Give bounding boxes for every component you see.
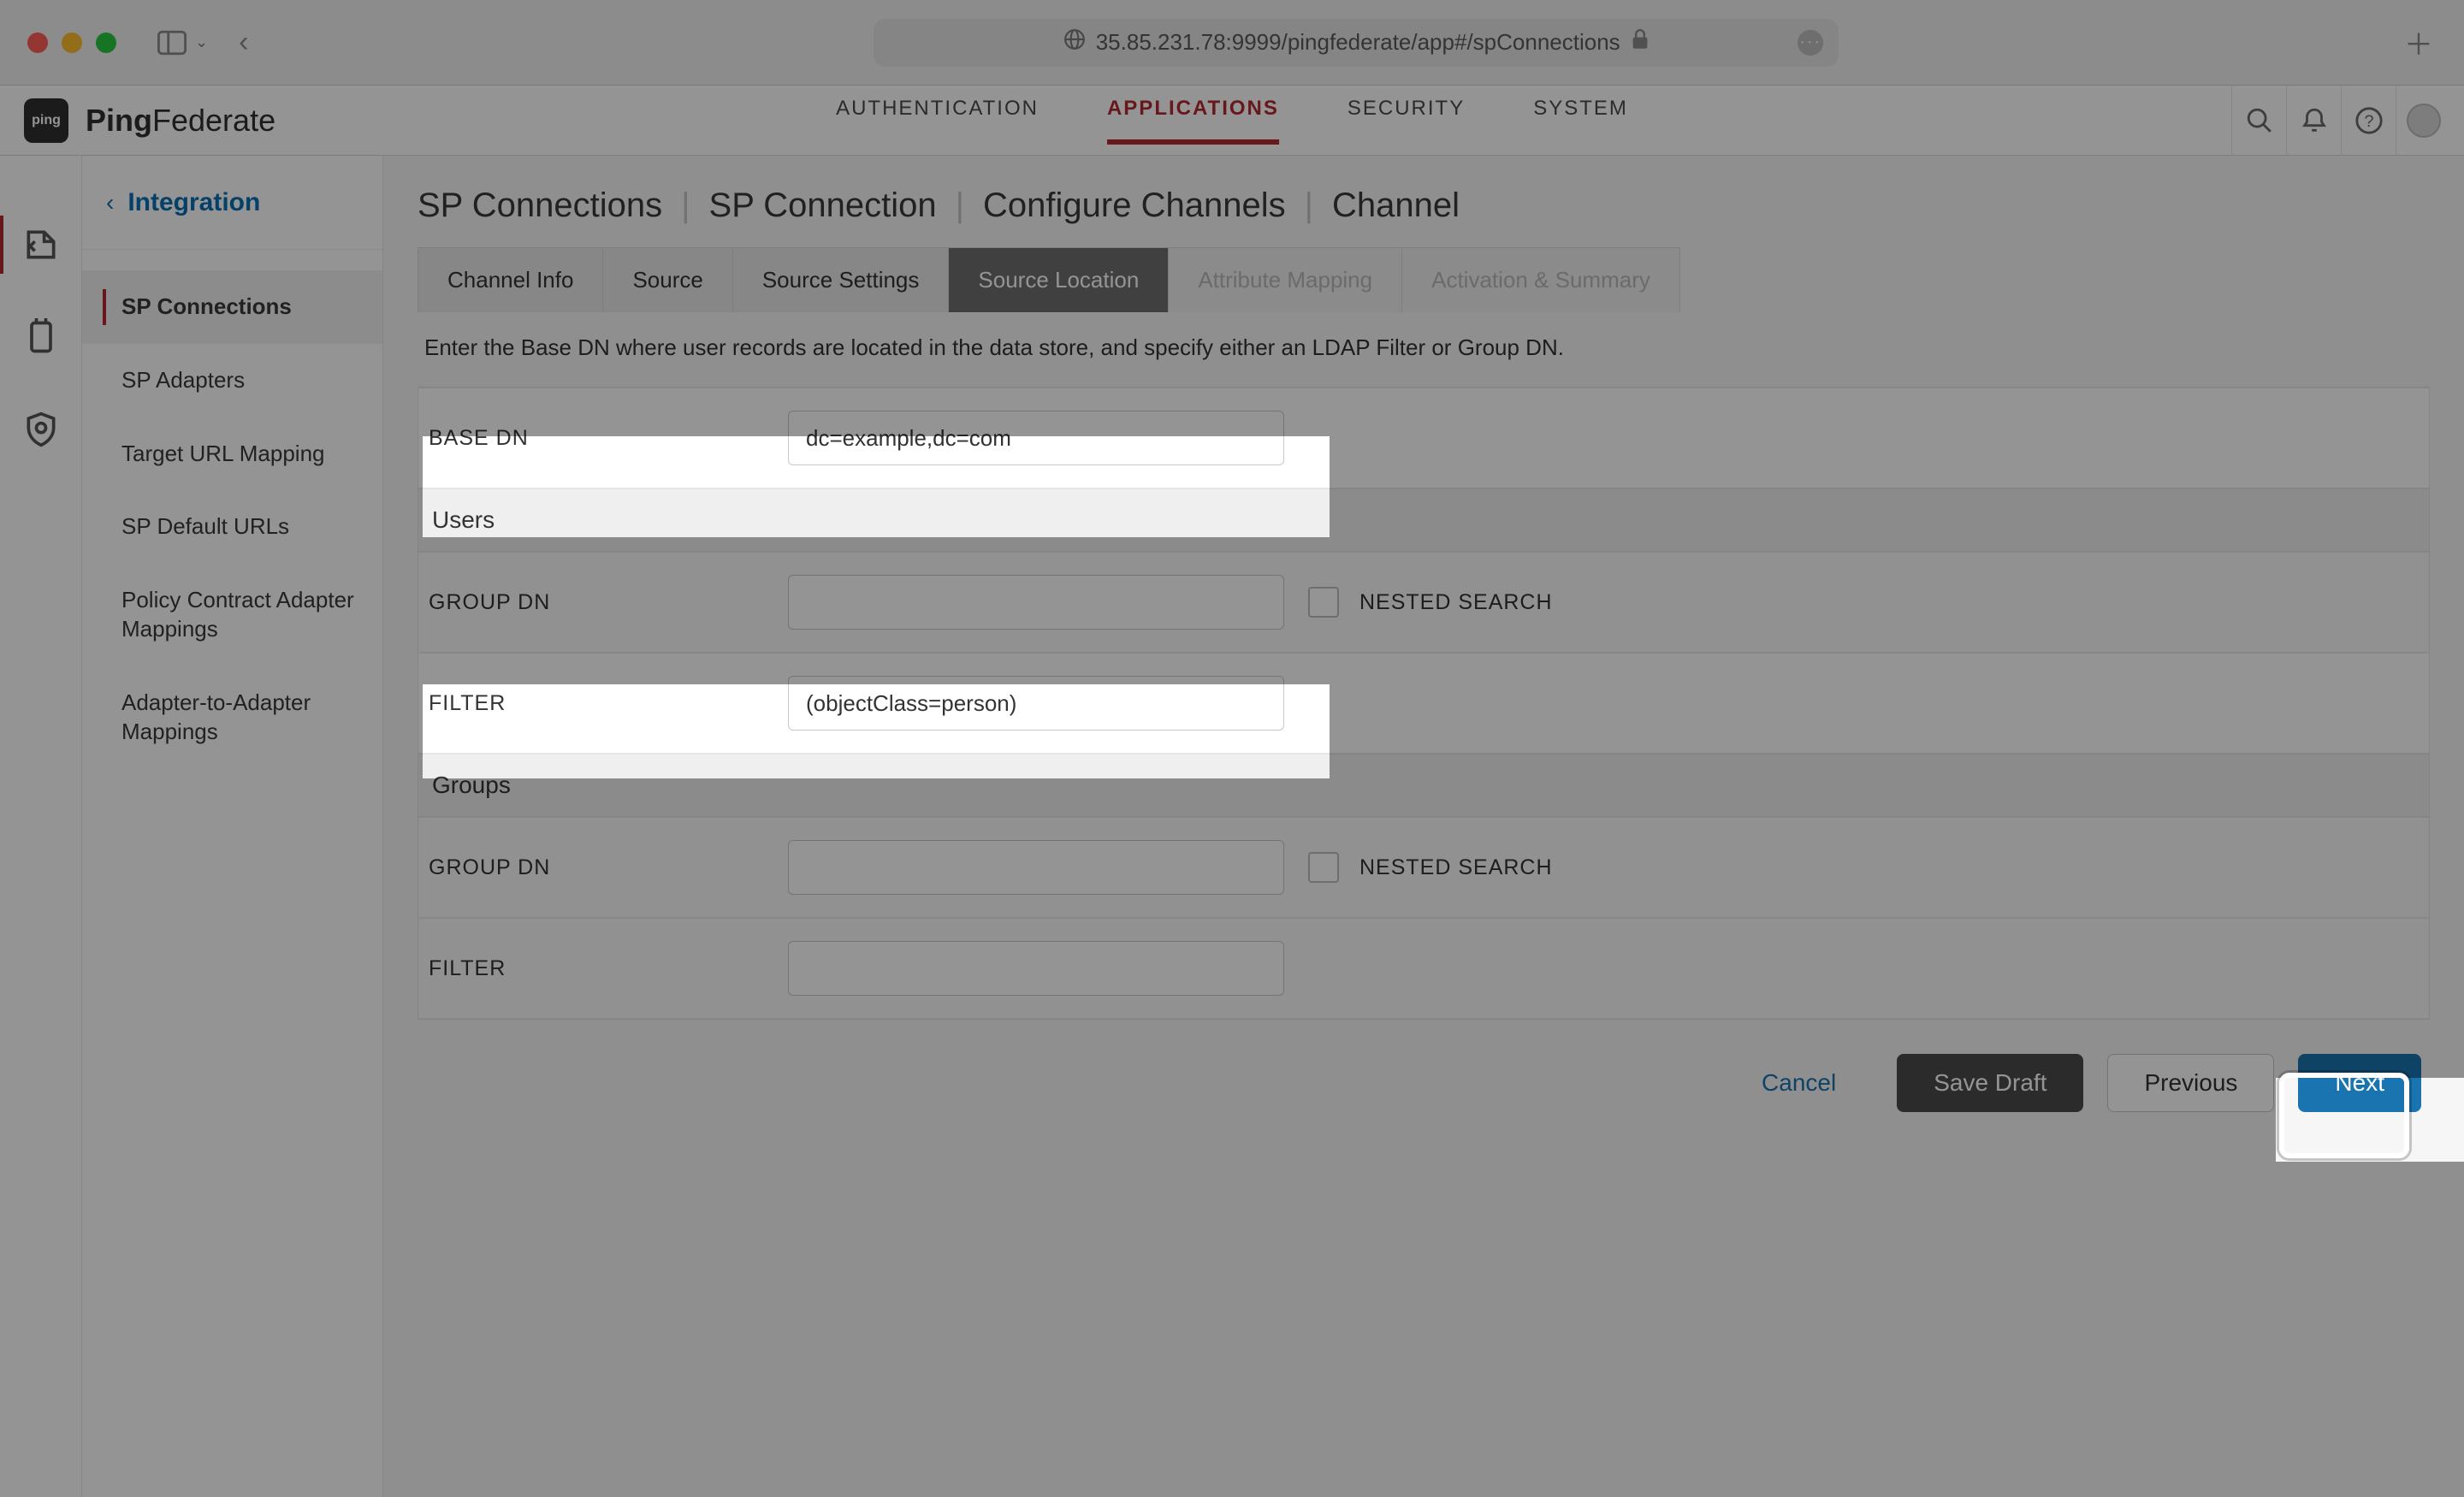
sidebar-item-sp-adapters[interactable]: SP Adapters (82, 344, 382, 417)
new-tab-button[interactable]: ＋ (2404, 21, 2433, 63)
sidebar-item-sp-connections[interactable]: SP Connections (82, 270, 382, 344)
row-groups-filter: FILTER (418, 918, 2429, 1019)
main-content: SP Connections| SP Connection| Configure… (383, 156, 2464, 1497)
next-button[interactable]: Next (2298, 1054, 2421, 1112)
input-users-filter[interactable] (788, 676, 1284, 731)
label-filter-2: FILTER (429, 956, 788, 981)
sidebar-item-target-url-mapping[interactable]: Target URL Mapping (82, 417, 382, 491)
tab-activation-summary: Activation & Summary (1402, 247, 1680, 312)
save-draft-button[interactable]: Save Draft (1897, 1054, 2083, 1112)
close-window-icon[interactable] (27, 33, 48, 53)
nav-authentication[interactable]: AUTHENTICATION (836, 97, 1039, 145)
row-users-group-dn: GROUP DN NESTED SEARCH (418, 552, 2429, 653)
label-group-dn: GROUP DN (429, 590, 788, 615)
tab-channel-info[interactable]: Channel Info (418, 247, 603, 312)
tab-source-settings[interactable]: Source Settings (733, 247, 950, 312)
section-groups: Groups (418, 754, 2429, 817)
chevron-down-icon: ⌄ (195, 33, 208, 51)
window-controls (27, 33, 116, 53)
tab-source[interactable]: Source (603, 247, 732, 312)
tab-source-location[interactable]: Source Location (949, 247, 1169, 312)
icon-rail (0, 156, 82, 1497)
avatar-icon (2407, 104, 2441, 138)
header-icons: ? (2231, 86, 2450, 155)
search-icon (2245, 106, 2274, 135)
help-icon: ? (2354, 106, 2384, 135)
sidebar-back[interactable]: ‹ Integration (82, 156, 382, 250)
sidebar: ‹ Integration SP Connections SP Adapters… (82, 156, 383, 1497)
wizard-footer: Cancel Save Draft Previous Next (418, 1020, 2430, 1121)
app-header: ping PingFederate AUTHENTICATION APPLICA… (0, 86, 2464, 156)
row-groups-group-dn: GROUP DN NESTED SEARCH (418, 817, 2429, 918)
breadcrumb-item: Channel (1332, 186, 1460, 225)
brand-badge: ping (24, 98, 68, 143)
sidebar-icon (157, 30, 187, 56)
nav-system[interactable]: SYSTEM (1533, 97, 1628, 145)
rail-adapters-icon[interactable] (22, 318, 60, 356)
brand-text: PingFederate (86, 103, 275, 139)
page-actions-button[interactable]: ··· (1798, 30, 1823, 56)
previous-button[interactable]: Previous (2107, 1054, 2274, 1112)
address-bar[interactable]: 35.85.231.78:9999/pingfederate/app#/spCo… (874, 19, 1839, 67)
rail-integration-icon[interactable] (22, 226, 60, 263)
input-groups-filter[interactable] (788, 941, 1284, 996)
tab-attribute-mapping: Attribute Mapping (1169, 247, 1402, 312)
row-users-filter: FILTER (418, 653, 2429, 754)
checkbox-groups-nested-search[interactable] (1308, 852, 1339, 883)
input-base-dn[interactable] (788, 411, 1284, 465)
bell-icon (2300, 106, 2329, 135)
checkbox-users-nested-search[interactable] (1308, 587, 1339, 618)
browser-toolbar: ⌄ ‹ 35.85.231.78:9999/pingfederate/app#/… (0, 0, 2464, 86)
label-group-dn-2: GROUP DN (429, 855, 788, 880)
sidebar-item-adapter-to-adapter-mappings[interactable]: Adapter-to-Adapter Mappings (82, 666, 382, 769)
nav-security[interactable]: SECURITY (1348, 97, 1465, 145)
input-users-group-dn[interactable] (788, 575, 1284, 630)
browser-back-button[interactable]: ‹ (239, 26, 248, 59)
wizard-tabs: Channel Info Source Source Settings Sour… (418, 247, 2430, 312)
help-button[interactable]: ? (2341, 86, 2396, 156)
main-nav: AUTHENTICATION APPLICATIONS SECURITY SYS… (836, 97, 1628, 145)
label-nested-search-2: NESTED SEARCH (1359, 855, 1553, 880)
url-text: 35.85.231.78:9999/pingfederate/app#/spCo… (1096, 29, 1620, 56)
section-users: Users (418, 488, 2429, 552)
input-groups-group-dn[interactable] (788, 840, 1284, 895)
breadcrumb-item[interactable]: Configure Channels (983, 186, 1286, 225)
lock-icon (1631, 29, 1650, 56)
label-filter: FILTER (429, 691, 788, 716)
label-nested-search: NESTED SEARCH (1359, 590, 1553, 615)
breadcrumb: SP Connections| SP Connection| Configure… (418, 186, 2430, 225)
sidebar-toggle-button[interactable]: ⌄ (157, 30, 208, 56)
form-panel: BASE DN Users GROUP DN NESTED SEARCH FIL… (418, 387, 2430, 1020)
fullscreen-window-icon[interactable] (96, 33, 116, 53)
breadcrumb-item[interactable]: SP Connections (418, 186, 662, 225)
notifications-button[interactable] (2286, 86, 2341, 156)
sidebar-title: Integration (127, 188, 260, 217)
rail-security-icon[interactable] (22, 411, 60, 448)
cancel-button[interactable]: Cancel (1725, 1054, 1873, 1112)
globe-icon (1063, 28, 1086, 56)
nav-applications[interactable]: APPLICATIONS (1107, 97, 1279, 145)
sidebar-item-policy-contract-adapter-mappings[interactable]: Policy Contract Adapter Mappings (82, 564, 382, 666)
breadcrumb-item[interactable]: SP Connection (709, 186, 937, 225)
instruction-text: Enter the Base DN where user records are… (418, 312, 2430, 387)
svg-text:?: ? (2364, 112, 2373, 131)
search-button[interactable] (2231, 86, 2286, 156)
sidebar-item-sp-default-urls[interactable]: SP Default URLs (82, 490, 382, 564)
chevron-left-icon: ‹ (106, 189, 114, 216)
brand: ping PingFederate (24, 98, 275, 143)
row-base-dn: BASE DN (418, 388, 2429, 488)
label-base-dn: BASE DN (429, 426, 788, 451)
account-button[interactable] (2396, 86, 2450, 156)
minimize-window-icon[interactable] (62, 33, 82, 53)
